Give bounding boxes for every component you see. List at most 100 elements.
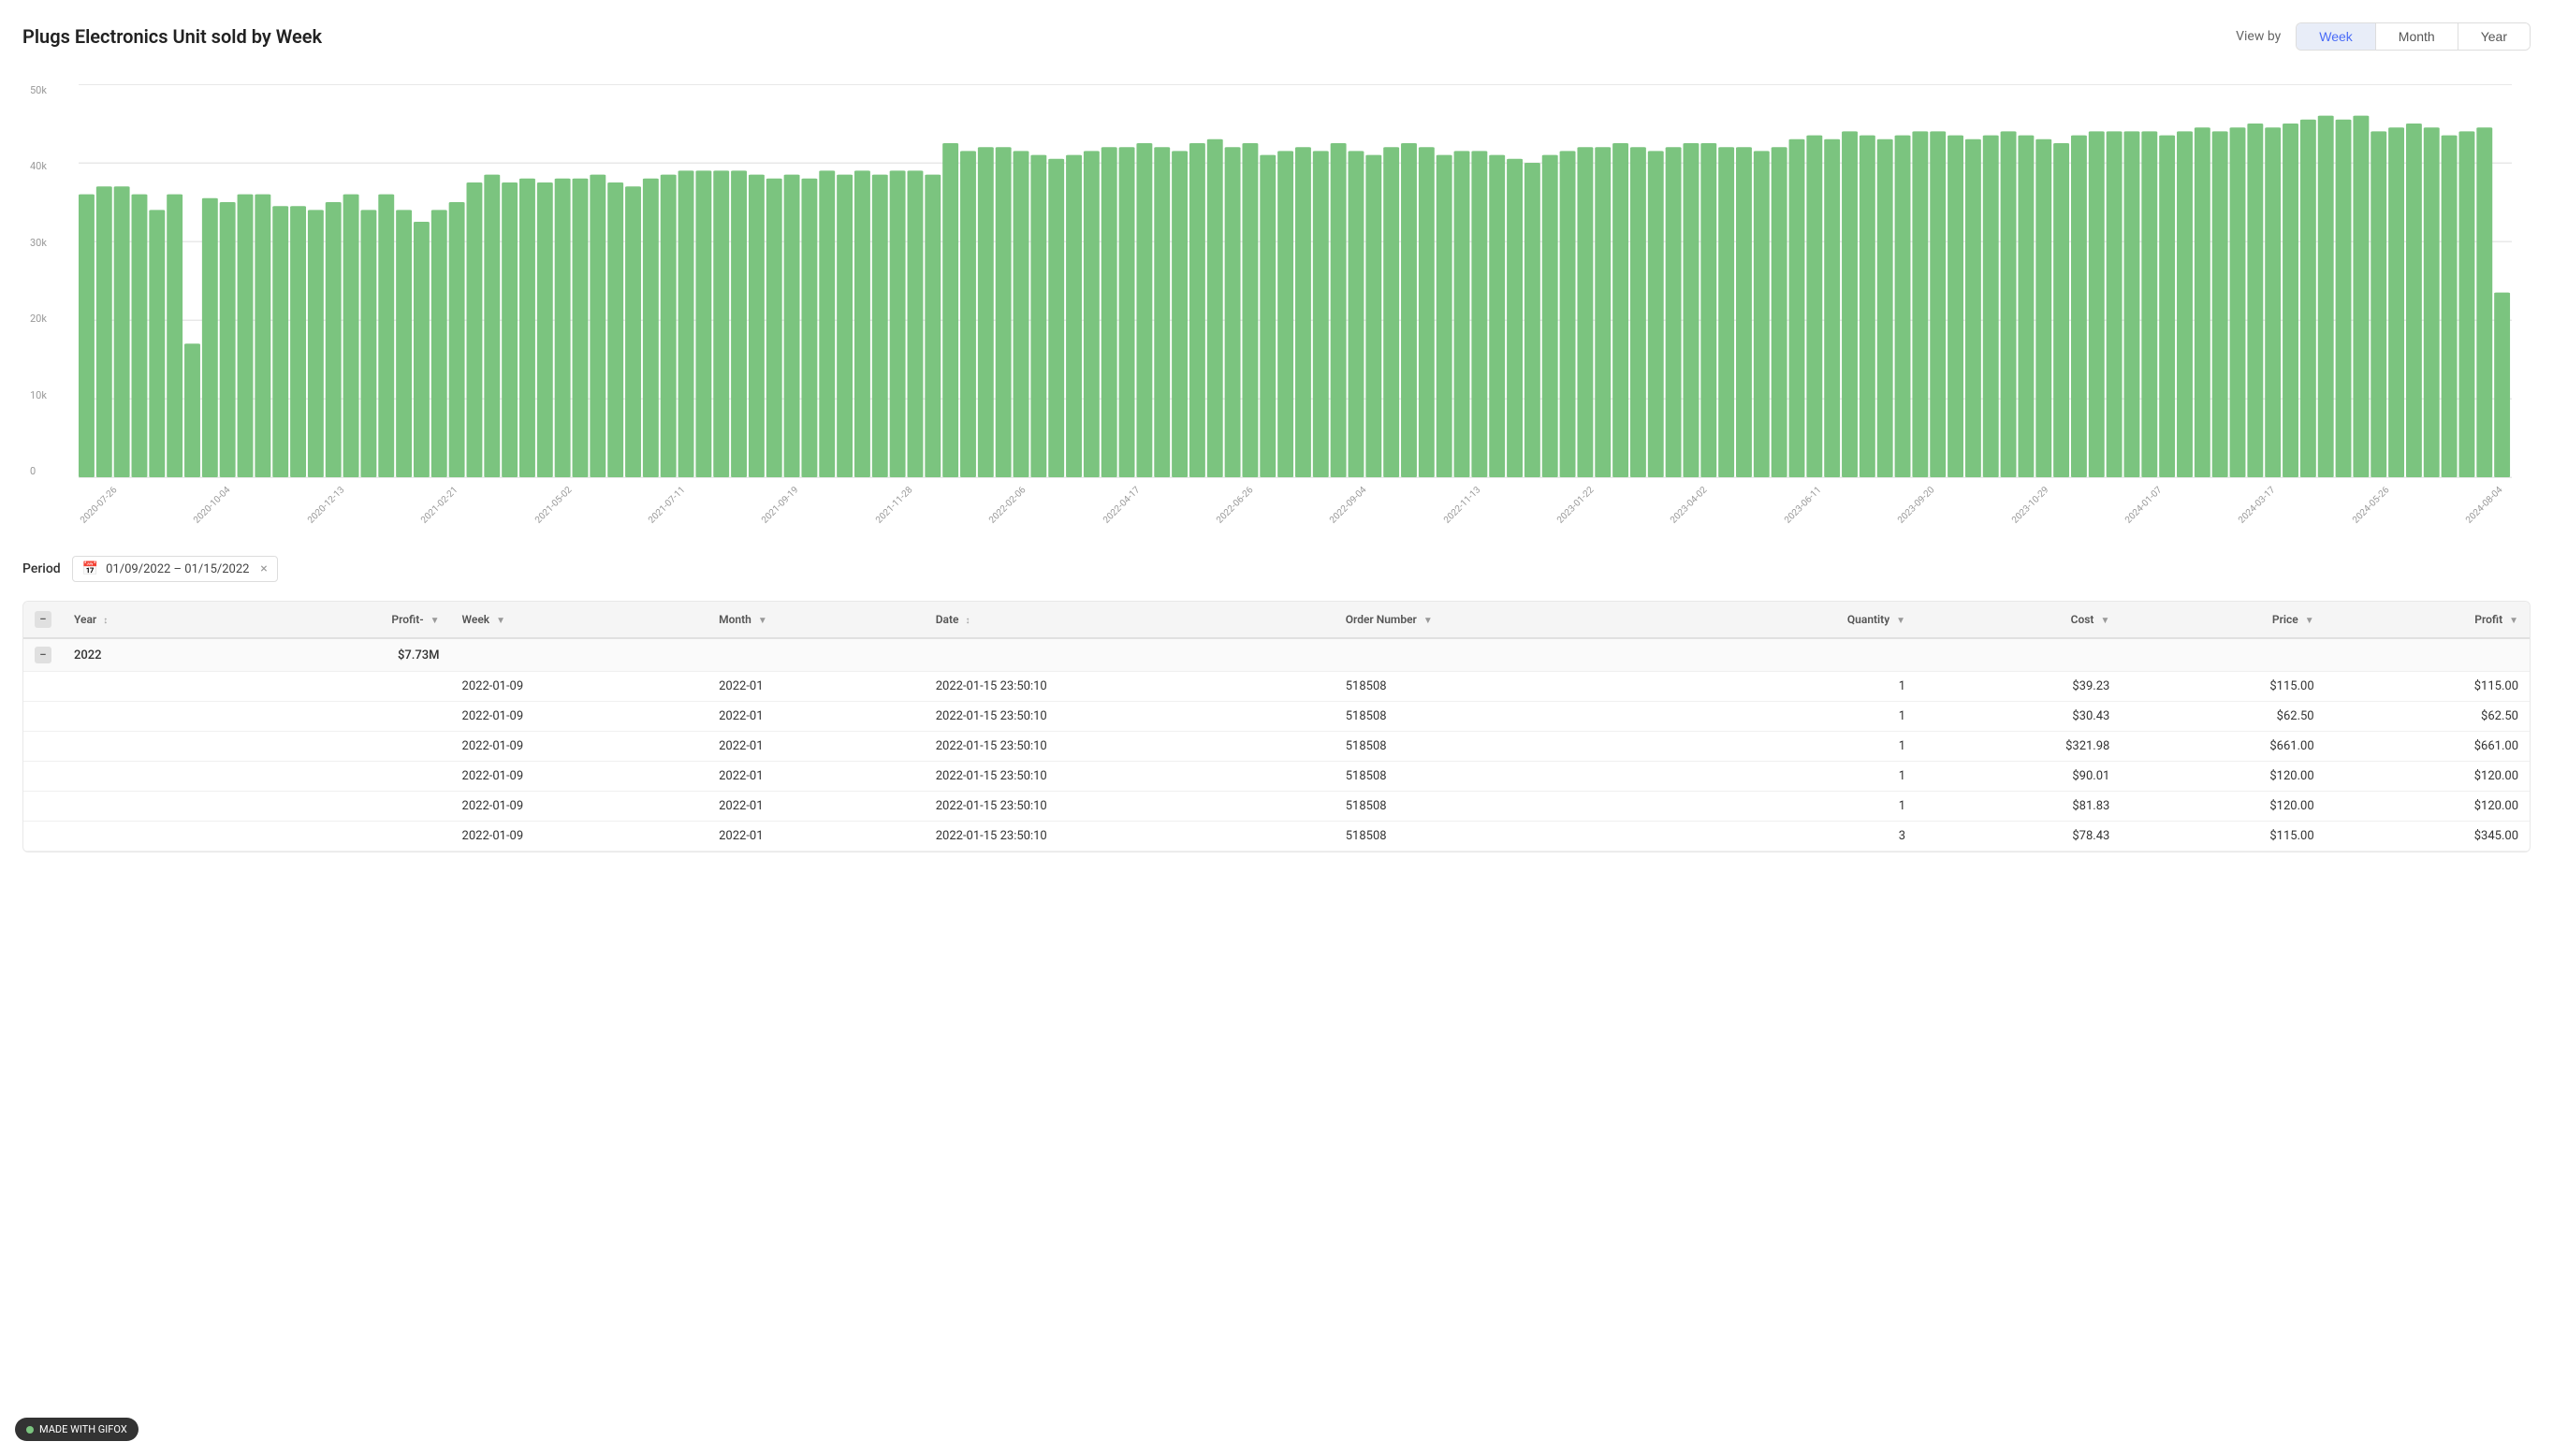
x-label: 2024-01-07: [2123, 485, 2164, 525]
view-by-buttons: Week Month Year: [2296, 22, 2531, 51]
row-profit-minus: [235, 672, 450, 702]
row-collapse: [23, 792, 63, 822]
col-profit-minus[interactable]: Profit- ▼: [235, 602, 450, 638]
row-year: [63, 672, 235, 702]
collapse-all-btn[interactable]: −: [35, 611, 51, 628]
row-profit: $62.50: [2326, 702, 2530, 732]
row-cost: $30.43: [1917, 702, 2121, 732]
year-row-year: 2022: [63, 638, 235, 672]
x-label: 2022-04-17: [1101, 485, 1142, 525]
row-week: 2022-01-09: [451, 792, 708, 822]
sort-month-icon: ▼: [758, 616, 767, 626]
x-label: 2022-11-13: [1442, 485, 1482, 525]
row-month: 2022-01: [708, 822, 925, 852]
year-row-collapse[interactable]: −: [23, 638, 63, 672]
row-quantity: 1: [1670, 702, 1917, 732]
bars-wrapper: 50k 40k 30k 20k 10k 0 2020-07-2620: [79, 84, 2512, 477]
period-clear-btn[interactable]: ×: [260, 561, 267, 576]
view-by-year[interactable]: Year: [2458, 23, 2530, 50]
x-label: 2021-09-19: [760, 485, 800, 525]
calendar-icon: 📅: [82, 561, 98, 576]
row-order-number: 518508: [1335, 672, 1670, 702]
row-quantity: 1: [1670, 762, 1917, 792]
row-month: 2022-01: [708, 732, 925, 762]
sort-price-icon: ▼: [2305, 616, 2314, 626]
sort-order-icon: ▼: [1423, 616, 1433, 626]
x-label: 2024-05-26: [2351, 485, 2391, 525]
row-profit: $345.00: [2326, 822, 2530, 852]
row-profit-minus: [235, 792, 450, 822]
period-input[interactable]: 📅 01/09/2022 – 01/15/2022 ×: [72, 556, 278, 582]
row-year: [63, 732, 235, 762]
view-by-month[interactable]: Month: [2376, 23, 2458, 50]
row-collapse: [23, 822, 63, 852]
x-label: 2021-02-21: [419, 485, 460, 525]
row-order-number: 518508: [1335, 822, 1670, 852]
sort-week-icon: ▼: [496, 616, 505, 626]
x-label: 2020-10-04: [192, 485, 232, 525]
row-date: 2022-01-15 23:50:10: [925, 732, 1335, 762]
col-month[interactable]: Month ▼: [708, 602, 925, 638]
row-price: $661.00: [2121, 732, 2325, 762]
sort-qty-icon: ▼: [1896, 616, 1905, 626]
x-axis: 2020-07-262020-10-042020-12-132021-02-21…: [79, 518, 2512, 529]
year-row-cost: [1917, 638, 2121, 672]
x-label: 2021-11-28: [874, 485, 914, 525]
row-cost: $81.83: [1917, 792, 2121, 822]
row-price: $115.00: [2121, 672, 2325, 702]
row-quantity: 1: [1670, 672, 1917, 702]
row-cost: $78.43: [1917, 822, 2121, 852]
row-cost: $90.01: [1917, 762, 2121, 792]
table-row: 2022-01-09 2022-01 2022-01-15 23:50:10 5…: [23, 732, 2530, 762]
row-week: 2022-01-09: [451, 822, 708, 852]
view-by-week[interactable]: Week: [2297, 23, 2376, 50]
row-order-number: 518508: [1335, 732, 1670, 762]
row-cost: $39.23: [1917, 672, 2121, 702]
row-price: $120.00: [2121, 762, 2325, 792]
col-year[interactable]: Year ↕: [63, 602, 235, 638]
gifox-badge: MADE WITH GIFOX: [15, 1418, 139, 1441]
col-profit[interactable]: Profit ▼: [2326, 602, 2530, 638]
y-label-20k: 20k: [30, 313, 47, 325]
sort-profit-minus-icon: ▼: [430, 616, 440, 626]
table-row: 2022-01-09 2022-01 2022-01-15 23:50:10 5…: [23, 672, 2530, 702]
view-by-label: View by: [2236, 29, 2281, 44]
col-price[interactable]: Price ▼: [2121, 602, 2325, 638]
row-order-number: 518508: [1335, 702, 1670, 732]
year-row-qty: [1670, 638, 1917, 672]
x-label: 2024-08-04: [2464, 485, 2504, 525]
year-row-month: [708, 638, 925, 672]
page-header: Plugs Electronics Unit sold by Week View…: [22, 22, 2531, 51]
page-title: Plugs Electronics Unit sold by Week: [22, 25, 322, 48]
row-week: 2022-01-09: [451, 672, 708, 702]
gifox-dot: [26, 1426, 34, 1434]
table-row: 2022-01-09 2022-01 2022-01-15 23:50:10 5…: [23, 762, 2530, 792]
col-collapse[interactable]: −: [23, 602, 63, 638]
collapse-year-btn[interactable]: −: [35, 647, 51, 663]
row-collapse: [23, 732, 63, 762]
col-quantity[interactable]: Quantity ▼: [1670, 602, 1917, 638]
table-row: 2022-01-09 2022-01 2022-01-15 23:50:10 5…: [23, 822, 2530, 852]
row-cost: $321.98: [1917, 732, 2121, 762]
view-by-container: View by Week Month Year: [2236, 22, 2531, 51]
col-week[interactable]: Week ▼: [451, 602, 708, 638]
col-order-number[interactable]: Order Number ▼: [1335, 602, 1670, 638]
row-profit: $120.00: [2326, 792, 2530, 822]
row-quantity: 3: [1670, 822, 1917, 852]
y-label-50k: 50k: [30, 84, 47, 96]
x-label: 2023-10-29: [2010, 485, 2050, 525]
row-week: 2022-01-09: [451, 702, 708, 732]
x-label: 2023-09-20: [1896, 485, 1936, 525]
period-value: 01/09/2022 – 01/15/2022: [106, 562, 249, 576]
x-label: 2022-06-26: [1215, 485, 1255, 525]
table-header-row: − Year ↕ Profit- ▼ Week ▼ Mo: [23, 602, 2530, 638]
row-collapse: [23, 762, 63, 792]
row-year: [63, 702, 235, 732]
col-date[interactable]: Date ↕: [925, 602, 1335, 638]
row-quantity: 1: [1670, 732, 1917, 762]
row-date: 2022-01-15 23:50:10: [925, 792, 1335, 822]
row-date: 2022-01-15 23:50:10: [925, 762, 1335, 792]
col-cost[interactable]: Cost ▼: [1917, 602, 2121, 638]
x-label: 2021-07-11: [647, 485, 687, 525]
sort-year-icon: ↕: [103, 616, 108, 626]
